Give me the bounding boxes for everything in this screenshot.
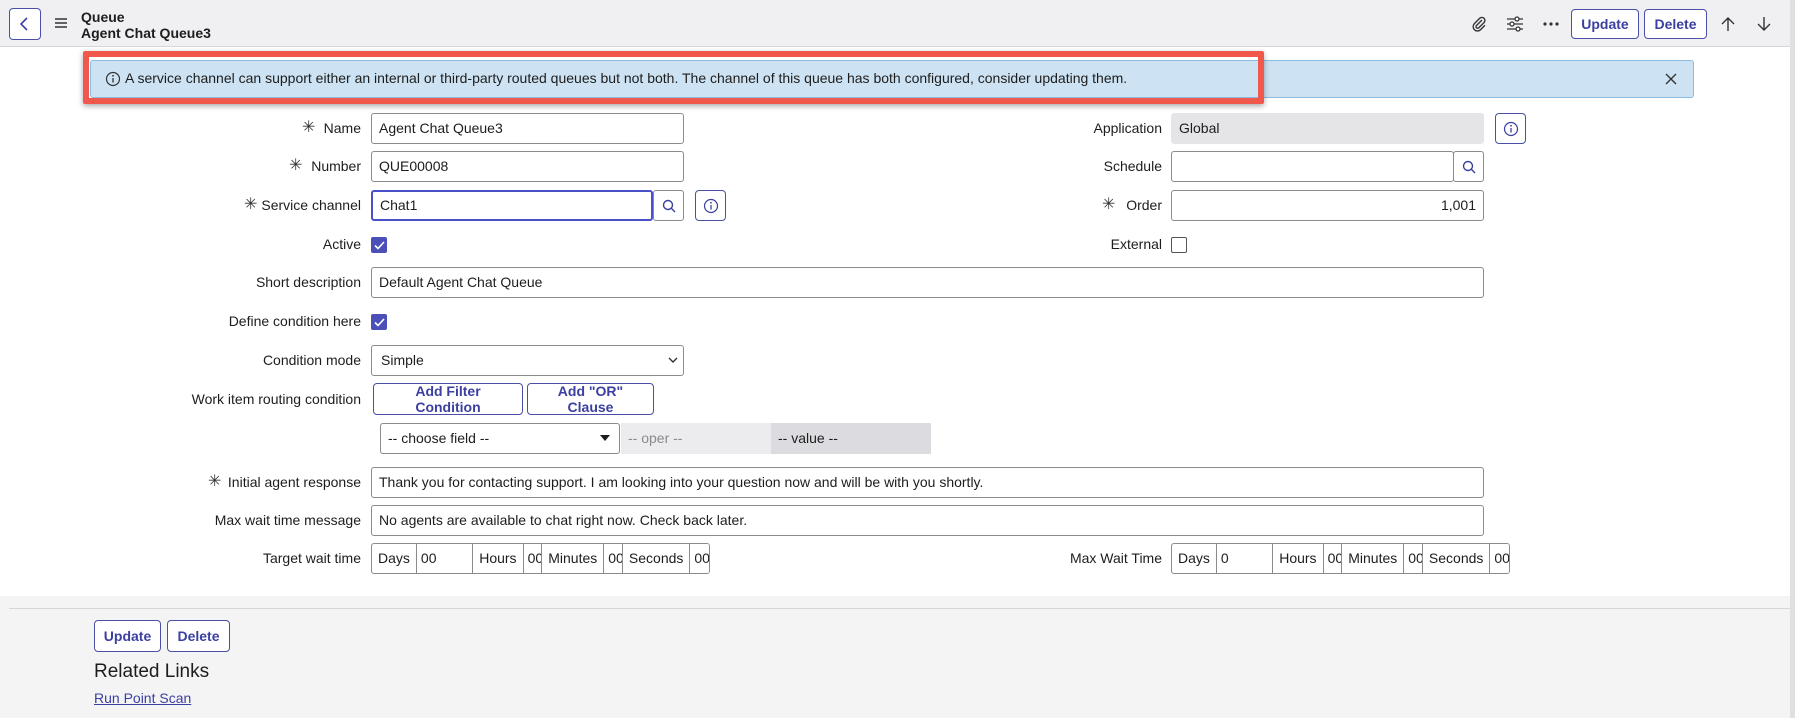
target-days-input[interactable]: 00	[415, 544, 474, 573]
settings-sliders-icon[interactable]	[1503, 12, 1527, 36]
required-marker: ✳	[289, 157, 303, 174]
footer-update-button[interactable]: Update	[94, 620, 161, 652]
number-input[interactable]: QUE00008	[371, 151, 684, 182]
record-title: Queue Agent Chat Queue3	[81, 9, 211, 41]
target-minutes-input[interactable]: 00	[603, 544, 623, 573]
required-marker: ✳	[1102, 196, 1116, 213]
form-body: A service channel can support either an …	[0, 47, 1795, 596]
hamburger-menu-icon[interactable]	[53, 15, 69, 31]
define-condition-label: Define condition here	[228, 313, 361, 329]
target-wait-time-label: Target wait time	[262, 550, 361, 566]
application-info-button[interactable]	[1495, 113, 1526, 144]
record-name: Agent Chat Queue3	[81, 25, 211, 41]
add-or-clause-button[interactable]: Add "OR" Clause	[527, 383, 654, 415]
service-channel-label: Service channel	[261, 197, 361, 213]
required-marker: ✳	[208, 473, 222, 490]
target-hours-input[interactable]: 00	[522, 544, 543, 573]
service-channel-info-button[interactable]	[695, 190, 726, 221]
add-filter-condition-button[interactable]: Add Filter Condition	[373, 383, 523, 415]
search-icon	[1462, 160, 1475, 173]
info-icon	[1503, 121, 1518, 136]
minutes-label: Minutes	[548, 550, 598, 566]
condition-value-field[interactable]: -- value --	[771, 423, 931, 454]
max-wait-message-label: Max wait time message	[214, 512, 361, 528]
max-hours-input[interactable]: 00	[1322, 544, 1343, 573]
service-channel-input[interactable]: Chat1	[371, 190, 653, 221]
initial-response-label: Initial agent response	[227, 474, 361, 490]
max-wait-message-input[interactable]: No agents are available to chat right no…	[371, 505, 1484, 536]
external-label: External	[1110, 236, 1162, 252]
active-label: Active	[322, 236, 361, 252]
name-input[interactable]: Agent Chat Queue3	[371, 113, 684, 144]
header-update-button[interactable]: Update	[1571, 9, 1639, 39]
schedule-lookup-button[interactable]	[1453, 151, 1484, 182]
chevron-left-icon	[19, 17, 28, 31]
routing-condition-label: Work item routing condition	[191, 391, 361, 407]
service-channel-lookup-button[interactable]	[653, 190, 684, 221]
active-checkbox[interactable]	[371, 237, 387, 253]
search-icon	[662, 199, 675, 212]
page-scrollbar[interactable]	[1790, 0, 1795, 718]
form-header: Queue Agent Chat Queue3 Update Delete	[0, 0, 1795, 47]
initial-response-input[interactable]: Thank you for contacting support. I am l…	[371, 467, 1484, 498]
required-marker: ✳	[244, 196, 258, 213]
run-point-scan-link[interactable]: Run Point Scan	[94, 690, 191, 706]
condition-mode-value: Simple	[381, 352, 424, 368]
seconds-label: Seconds	[1428, 550, 1484, 566]
name-label: Name	[323, 120, 361, 136]
more-options-icon[interactable]	[1539, 12, 1563, 36]
check-icon	[373, 240, 385, 250]
max-wait-time-label: Max Wait Time	[1069, 550, 1162, 566]
hours-label: Hours	[479, 550, 517, 566]
schedule-label: Schedule	[1103, 158, 1162, 174]
arrow-up-icon[interactable]	[1716, 12, 1740, 36]
divider	[9, 608, 1795, 609]
chevron-down-icon	[668, 357, 678, 363]
condition-mode-select[interactable]: Simple	[371, 345, 684, 376]
seconds-label: Seconds	[628, 550, 684, 566]
short-description-label: Short description	[255, 274, 361, 290]
max-minutes-input[interactable]: 00	[1403, 544, 1423, 573]
check-icon	[373, 317, 385, 327]
related-links-title: Related Links	[94, 661, 210, 682]
attachment-icon[interactable]	[1467, 12, 1491, 36]
max-seconds-input[interactable]: 00	[1489, 544, 1509, 573]
alert-message: A service channel can support either an …	[125, 70, 1128, 86]
condition-mode-label: Condition mode	[262, 352, 361, 368]
order-label: Order	[1126, 197, 1162, 213]
application-label: Application	[1093, 120, 1163, 136]
order-input[interactable]: 1,001	[1171, 190, 1484, 221]
application-field: Global	[1171, 113, 1484, 144]
info-icon	[703, 198, 718, 213]
number-label: Number	[311, 158, 361, 174]
arrow-down-icon[interactable]	[1752, 12, 1776, 36]
hours-label: Hours	[1279, 550, 1317, 566]
max-days-input[interactable]: 0	[1215, 544, 1274, 573]
caret-down-icon	[600, 435, 610, 441]
target-seconds-input[interactable]: 00	[689, 544, 709, 573]
short-description-input[interactable]: Default Agent Chat Queue	[371, 267, 1484, 298]
max-wait-time-duration: Days 0 Hours 00 Minutes 00 Seconds 00	[1171, 543, 1510, 574]
footer-delete-button[interactable]: Delete	[167, 620, 230, 652]
schedule-input[interactable]	[1171, 151, 1454, 182]
external-checkbox[interactable]	[1171, 237, 1187, 253]
required-marker: ✳	[302, 119, 316, 136]
target-wait-time-duration: Days 00 Hours 00 Minutes 00 Seconds 00	[371, 543, 710, 574]
header-delete-button[interactable]: Delete	[1644, 9, 1707, 39]
minutes-label: Minutes	[1348, 550, 1398, 566]
days-label: Days	[1178, 550, 1210, 566]
choose-field-value: -- choose field --	[388, 430, 490, 446]
days-label: Days	[378, 550, 410, 566]
operator-select[interactable]: -- oper --	[621, 423, 771, 454]
define-condition-checkbox[interactable]	[371, 314, 387, 330]
form-footer: Update Delete Related Links Run Point Sc…	[0, 596, 1795, 718]
close-icon[interactable]	[1664, 72, 1678, 86]
info-icon	[105, 71, 121, 87]
choose-field-select[interactable]: -- choose field --	[380, 423, 620, 454]
back-button[interactable]	[9, 8, 41, 40]
record-type: Queue	[81, 9, 125, 25]
